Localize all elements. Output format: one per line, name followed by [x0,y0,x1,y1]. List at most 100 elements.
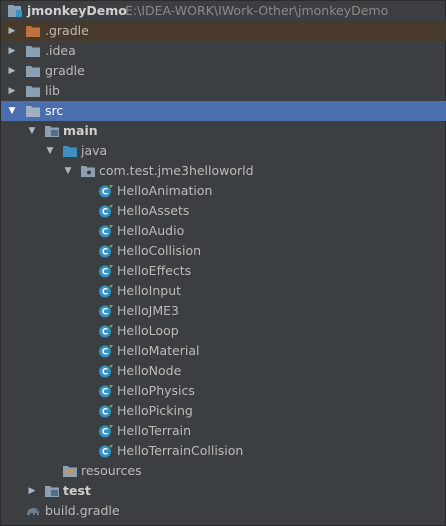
java-class-icon: C [98,284,114,298]
collapse-arrow-icon[interactable]: ▼ [45,141,55,161]
source-folder-icon [44,124,60,138]
java-class-icon: C [98,444,114,458]
java-class-icon: C [98,184,114,198]
svg-text:C: C [102,308,108,318]
class-item-label: HelloPhysics [117,383,195,398]
class-item-label: HelloCollision [117,243,202,258]
class-item-label: HelloAnimation [117,183,213,198]
class-item[interactable]: C HelloPicking [1,401,446,421]
java-class-icon: C [98,204,114,218]
svg-text:C: C [102,448,108,458]
class-item-label: HelloEffects [117,263,192,278]
expand-arrow-icon[interactable]: ▶ [7,21,17,41]
expand-arrow-icon[interactable]: ▶ [7,41,17,61]
source-root-icon [62,144,78,158]
tree-item-gradle[interactable]: ▶ gradle [1,61,446,81]
class-item[interactable]: C HelloInput [1,281,446,301]
class-item-label: HelloJME3 [117,303,180,318]
package-icon [80,164,96,178]
tree-item-label: src [45,103,64,118]
class-item-label: HelloPicking [117,403,193,418]
java-class-icon: C [98,224,114,238]
tree-item-test[interactable]: ▶ test [1,481,446,501]
tree-item-label: gradle [45,63,85,78]
java-class-icon: C [98,364,114,378]
tree-item-lib[interactable]: ▶ lib [1,81,446,101]
orange-folder-icon [25,24,41,38]
tree-root-row[interactable]: jmonkeyDemo E:\IDEA-WORK\IWork-Other\jmo… [1,1,446,21]
folder-icon [25,104,41,118]
tree-item-dot-gradle[interactable]: ▶ .gradle [1,21,446,41]
class-item-label: HelloLoop [117,323,179,338]
java-class-icon: C [98,324,114,338]
class-item-label: HelloTerrain [117,423,191,438]
class-item[interactable]: C HelloMaterial [1,341,446,361]
tree-item-label: main [63,123,98,138]
svg-text:C: C [102,208,108,218]
source-folder-icon [44,484,60,498]
resources-folder-icon [62,464,78,478]
tree-item-package[interactable]: ▼ com.test.jme3helloworld [1,161,446,181]
folder-icon [25,84,41,98]
tree-item-label: java [81,143,108,158]
collapse-arrow-icon[interactable]: ▼ [63,161,73,181]
class-item[interactable]: C HelloTerrainCollision [1,441,446,461]
svg-text:C: C [102,188,108,198]
project-tree-panel: jmonkeyDemo E:\IDEA-WORK\IWork-Other\jmo… [0,0,446,526]
class-item[interactable]: C HelloAudio [1,221,446,241]
class-item[interactable]: C HelloCollision [1,241,446,261]
svg-text:C: C [102,328,108,338]
expand-arrow-icon[interactable]: ▶ [7,81,17,101]
svg-text:C: C [102,248,108,258]
java-class-icon: C [98,264,114,278]
svg-text:C: C [102,228,108,238]
svg-text:C: C [102,368,108,378]
java-class-icon: C [98,384,114,398]
tree-item-label: resources [81,463,142,478]
tree-item-label: test [63,483,91,498]
java-class-icon: C [98,404,114,418]
class-item-label: HelloTerrainCollision [117,443,244,458]
class-item[interactable]: C HelloAssets [1,201,446,221]
tree-item-idea[interactable]: ▶ .idea [1,41,446,61]
java-class-icon: C [98,424,114,438]
tree-item-main[interactable]: ▼ main [1,121,446,141]
class-item-label: HelloNode [117,363,182,378]
class-item[interactable]: C HelloAnimation [1,181,446,201]
project-path: E:\IDEA-WORK\IWork-Other\jmonkeyDemo [125,3,389,18]
tree-item-java[interactable]: ▼ java [1,141,446,161]
tree-item-label: .gradle [45,23,89,38]
folder-icon [25,44,41,58]
class-item[interactable]: C HelloEffects [1,261,446,281]
expand-arrow-icon[interactable]: ▶ [7,61,17,81]
svg-text:C: C [102,268,108,278]
svg-text:C: C [102,348,108,358]
tree-item-resources[interactable]: resources [1,461,446,481]
java-class-icon: C [98,244,114,258]
class-item-label: HelloInput [117,283,182,298]
class-item-label: HelloMaterial [117,343,200,358]
class-item[interactable]: C HelloNode [1,361,446,381]
svg-text:C: C [102,428,108,438]
tree-item-label: .idea [45,43,76,58]
tree-item-src[interactable]: ▼ src [1,101,446,121]
class-item[interactable]: C HelloTerrain [1,421,446,441]
collapse-arrow-icon[interactable]: ▼ [7,101,17,121]
project-module-icon [7,4,23,18]
tree-item-label: com.test.jme3helloworld [99,163,254,178]
class-item-label: HelloAssets [117,203,190,218]
class-item[interactable]: C HelloLoop [1,321,446,341]
class-item[interactable]: C HelloJME3 [1,301,446,321]
folder-icon [25,64,41,78]
svg-text:C: C [102,288,108,298]
svg-text:C: C [102,408,108,418]
collapse-arrow-icon[interactable]: ▼ [27,121,37,141]
class-item-label: HelloAudio [117,223,185,238]
tree-item-label: build.gradle [45,503,120,518]
java-class-icon: C [98,304,114,318]
tree-item-label: lib [45,83,60,98]
tree-item-build-gradle[interactable]: build.gradle [1,501,446,521]
expand-arrow-icon[interactable]: ▶ [27,481,37,501]
gradle-elephant-icon [25,504,41,518]
class-item[interactable]: C HelloPhysics [1,381,446,401]
